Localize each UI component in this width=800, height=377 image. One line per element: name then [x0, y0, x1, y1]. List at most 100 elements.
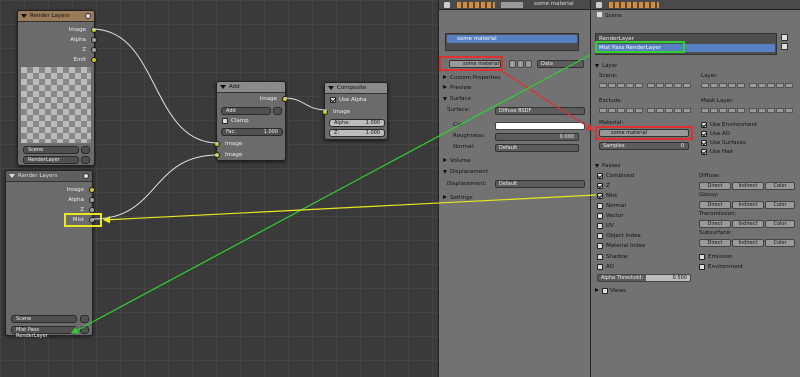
blend-mode-select[interactable]: Add — [221, 107, 271, 115]
pass-emission[interactable]: Emission — [699, 253, 732, 262]
layer-grid-2[interactable] — [749, 83, 793, 88]
material-properties-panel[interactable]: some material some material some materia… — [438, 0, 590, 377]
pass-mist[interactable]: Mist — [597, 192, 617, 201]
socket[interactable] — [214, 141, 220, 147]
fac-field[interactable]: Fac: 1.000 — [221, 128, 283, 136]
node-header[interactable]: Render Layers — [18, 11, 94, 22]
node-editor[interactable]: Render Layers Image Alpha Z Emit Scene R… — [0, 0, 438, 377]
pass-shadow[interactable]: Shadow — [597, 253, 628, 262]
add-layer-button[interactable] — [781, 34, 788, 41]
pass-normal[interactable]: Normal — [597, 202, 626, 211]
checkbox-icon[interactable] — [699, 263, 705, 270]
fake-user-button[interactable] — [509, 60, 516, 68]
checkbox-icon[interactable] — [597, 242, 603, 249]
checkbox-icon[interactable] — [699, 253, 705, 260]
render-layers-node-bottom[interactable]: Render Layers Image Alpha Z Mist Scene M… — [5, 170, 95, 339]
views-checkbox[interactable] — [602, 287, 608, 294]
transmission-direct-button[interactable]: Direct — [699, 220, 731, 228]
node-header[interactable]: Composite — [325, 83, 387, 94]
clamp-checkbox[interactable]: Clamp — [222, 117, 249, 126]
checkbox-icon[interactable] — [701, 121, 707, 128]
pass-ao[interactable]: AO — [597, 263, 614, 272]
scene-icon[interactable] — [81, 146, 90, 154]
checkbox-icon[interactable] — [597, 232, 603, 239]
checkbox-icon[interactable] — [222, 117, 228, 124]
layer-selector[interactable]: RenderLayer — [23, 156, 79, 164]
layer-grid[interactable] — [701, 83, 745, 88]
pass-z[interactable]: Z — [597, 182, 610, 191]
exclude-grid-2[interactable] — [647, 108, 691, 113]
section-preview[interactable]: Preview — [441, 83, 588, 93]
editor-type-icon[interactable] — [596, 2, 602, 8]
material-slot-list[interactable]: some material — [445, 33, 579, 51]
checkbox-icon[interactable] — [597, 192, 603, 199]
glossy-indirect-button[interactable]: Indirect — [732, 201, 764, 209]
exclude-grid[interactable] — [599, 108, 643, 113]
checkbox-icon[interactable] — [597, 253, 603, 260]
alpha-threshold-field[interactable]: Alpha Threshold: 0.500 — [597, 274, 691, 282]
roughness-field[interactable]: 0.000 — [495, 133, 579, 141]
displacement-select[interactable]: Default — [495, 180, 585, 188]
samples-field[interactable]: Samples: 0 — [599, 142, 689, 150]
diffuse-color-button[interactable]: Color — [765, 182, 795, 190]
unlink-button[interactable] — [525, 60, 532, 68]
subsurface-direct-button[interactable]: Direct — [699, 239, 731, 247]
context-tabs-icons[interactable] — [609, 2, 659, 8]
socket[interactable] — [91, 57, 97, 63]
section-volume[interactable]: Volume — [441, 156, 588, 166]
pass-environment[interactable]: Environment — [699, 263, 743, 272]
blend-icon[interactable] — [273, 107, 282, 115]
checkbox-icon[interactable] — [597, 212, 603, 219]
glossy-direct-button[interactable]: Direct — [699, 201, 731, 209]
subsurface-indirect-button[interactable]: Indirect — [732, 239, 764, 247]
use-surfaces-checkbox[interactable]: Use Surfaces — [701, 139, 746, 148]
new-material-button[interactable] — [517, 60, 524, 68]
diffuse-indirect-button[interactable]: Indirect — [732, 182, 764, 190]
pass-object-index[interactable]: Object Index — [597, 232, 641, 241]
section-settings[interactable]: Settings — [441, 193, 588, 203]
socket[interactable] — [89, 197, 95, 203]
z-field[interactable]: Z: 1.000 — [329, 129, 385, 137]
checkbox-icon[interactable] — [330, 96, 336, 103]
section-custom-properties[interactable]: Custom Properties — [441, 73, 588, 83]
mask-grid-2[interactable] — [749, 108, 793, 113]
normal-select[interactable]: Default — [495, 144, 579, 152]
checkbox-icon[interactable] — [597, 222, 603, 229]
section-layer[interactable]: Layer — [593, 61, 798, 71]
scene-selector[interactable]: Scene — [23, 146, 79, 154]
editor-type-icon[interactable] — [444, 2, 450, 8]
use-ao-checkbox[interactable]: Use AO — [701, 130, 730, 139]
scene-layer-grid[interactable] — [599, 83, 643, 88]
socket[interactable] — [322, 109, 328, 115]
mask-grid[interactable] — [701, 108, 745, 113]
section-passes[interactable]: Passes — [593, 161, 798, 171]
use-hair-checkbox[interactable]: Use Hair — [701, 148, 733, 157]
section-views[interactable]: Views — [593, 286, 798, 296]
render-layers-node-top[interactable]: Render Layers Image Alpha Z Emit Scene R… — [17, 10, 97, 166]
socket[interactable] — [91, 47, 97, 53]
subsurface-color-button[interactable]: Color — [765, 239, 795, 247]
use-alpha-checkbox[interactable]: Use Alpha — [330, 96, 367, 105]
composite-node[interactable]: Composite Use Alpha Image Alpha: 1.000 Z:… — [322, 82, 388, 140]
use-environment-checkbox[interactable]: Use Environment — [701, 121, 757, 130]
pass-material-index[interactable]: Material Index — [597, 242, 645, 251]
checkbox-icon[interactable] — [701, 130, 707, 137]
add-node[interactable]: Add Image Add Clamp Fac: 1.000 Image Imag… — [214, 81, 288, 161]
layer-selector[interactable]: Mist Pass RenderLayer — [11, 326, 77, 339]
pass-vector[interactable]: Vector — [597, 212, 624, 221]
pass-uv[interactable]: UV — [597, 222, 614, 231]
alpha-field[interactable]: Alpha: 1.000 — [329, 119, 385, 127]
pass-combined[interactable]: Combined — [597, 172, 634, 181]
checkbox-icon[interactable] — [701, 148, 707, 155]
checkbox-icon[interactable] — [597, 202, 603, 209]
node-header[interactable]: Add — [217, 82, 285, 93]
checkbox-icon[interactable] — [701, 139, 707, 146]
data-link-select[interactable]: Data — [537, 60, 584, 68]
section-displacement[interactable]: Displacement — [441, 167, 588, 177]
node-header[interactable]: Render Layers — [6, 171, 92, 182]
glossy-color-button[interactable]: Color — [765, 201, 795, 209]
material-slot-item[interactable]: some material — [447, 35, 577, 43]
scene-layer-grid-2[interactable] — [647, 83, 691, 88]
scene-icon[interactable] — [80, 315, 89, 323]
socket[interactable] — [91, 37, 97, 43]
